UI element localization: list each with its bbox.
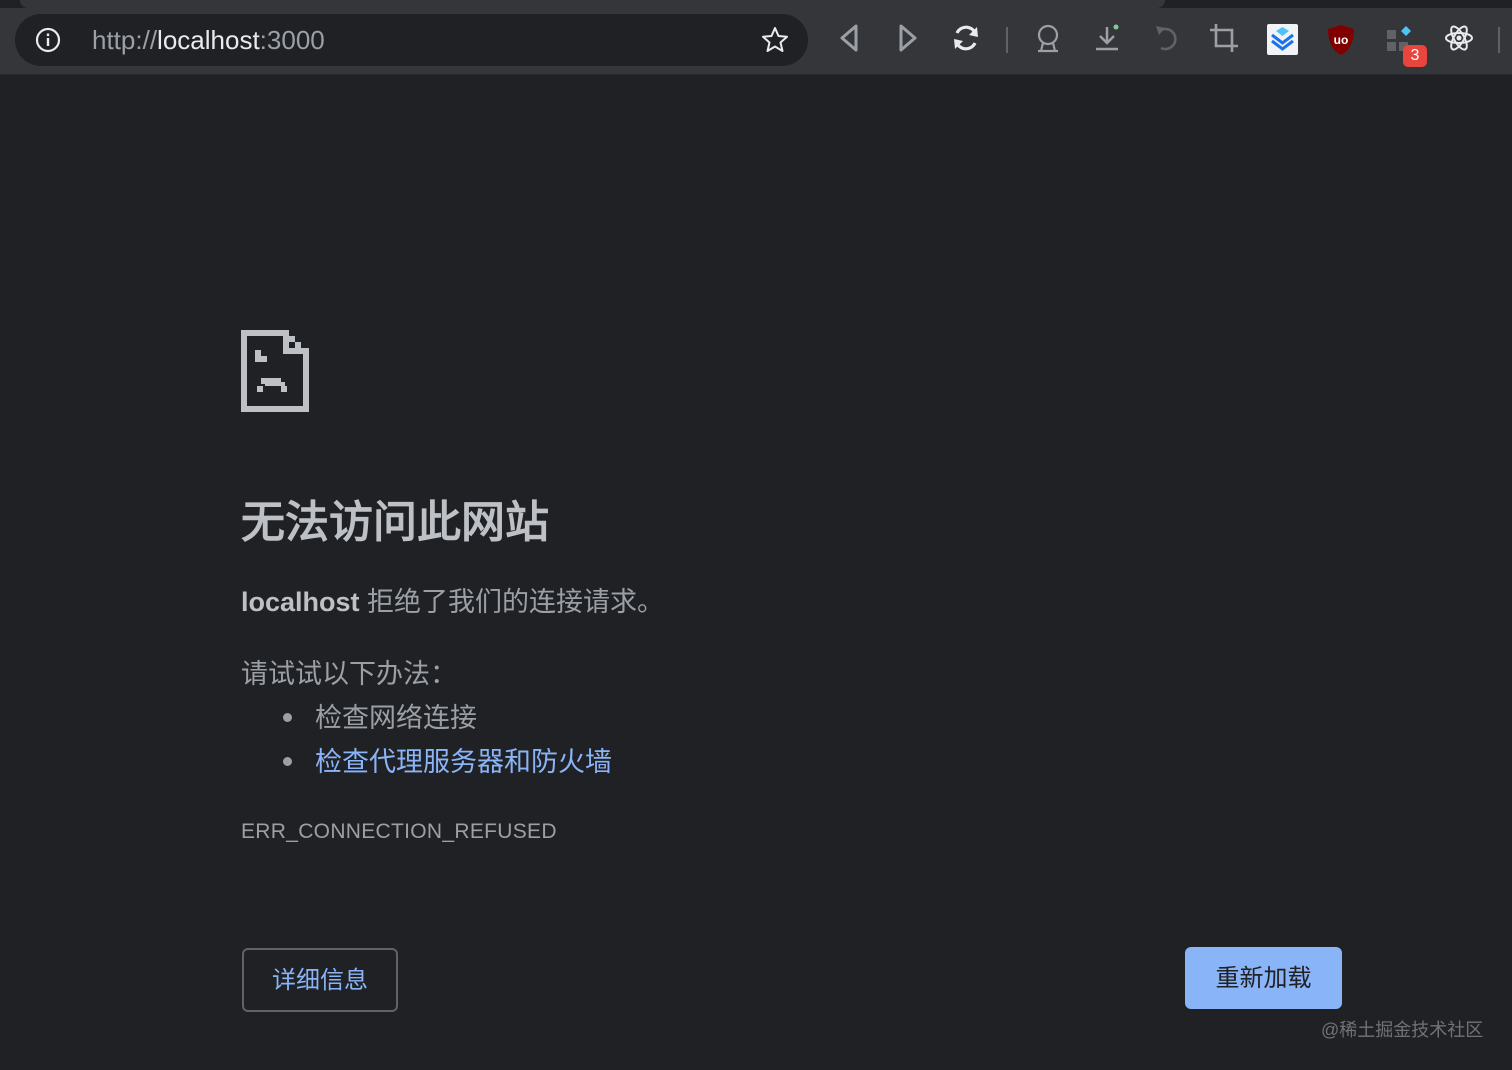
ublock-label: uo [1334, 33, 1349, 47]
error-description: localhost 拒绝了我们的连接请求。 [241, 584, 664, 620]
url-host: localhost [157, 25, 260, 55]
details-button[interactable]: 详细信息 [242, 948, 398, 1012]
suggestion-check-network: 检查网络连接 [315, 703, 477, 733]
tab-strip [0, 0, 1512, 8]
suggestions-list: 检查网络连接 检查代理服务器和防火墙 [241, 698, 612, 786]
ublock-icon[interactable]: uo [1326, 24, 1356, 56]
error-code: ERR_CONNECTION_REFUSED [241, 820, 557, 843]
error-host: localhost [241, 587, 360, 617]
download-icon[interactable] [1091, 22, 1123, 54]
error-description-text: 拒绝了我们的连接请求。 [359, 587, 665, 617]
page-title: 无法访问此网站 [241, 498, 549, 547]
toolbar-separator [1006, 27, 1008, 53]
undo-icon[interactable] [1151, 22, 1183, 54]
suggestions-heading: 请试试以下办法： [241, 659, 457, 689]
bullet-icon [283, 713, 292, 722]
toolbar-separator [1498, 27, 1500, 53]
browser-toolbar: http://localhost:3000 uo 3 [0, 0, 1512, 75]
suggestion-check-proxy-link[interactable]: 检查代理服务器和防火墙 [315, 747, 612, 777]
list-item: 检查网络连接 [241, 698, 612, 742]
active-tab-edge[interactable] [20, 0, 1165, 8]
watermark: @稀土掘金技术社区 [1321, 1020, 1484, 1040]
list-item: 检查代理服务器和防火墙 [241, 742, 612, 786]
reload-button[interactable]: 重新加载 [1185, 947, 1342, 1009]
extension-badge: 3 [1403, 45, 1427, 67]
stack-extension-icon[interactable] [1267, 24, 1298, 55]
star-icon[interactable] [760, 25, 790, 55]
back-icon[interactable] [834, 22, 866, 54]
page-content [0, 75, 1512, 1070]
sad-page-icon [241, 330, 309, 412]
reload-icon[interactable] [950, 22, 982, 54]
url-text[interactable]: http://localhost:3000 [92, 25, 325, 55]
info-icon[interactable] [35, 27, 61, 53]
address-bar[interactable]: http://localhost:3000 [15, 14, 808, 66]
profile-icon[interactable] [1032, 22, 1064, 54]
url-scheme: http:// [92, 25, 158, 55]
bullet-icon [283, 757, 292, 766]
url-port: :3000 [259, 25, 325, 55]
forward-icon[interactable] [891, 22, 923, 54]
crop-icon[interactable] [1208, 22, 1240, 54]
react-devtools-icon[interactable] [1443, 22, 1475, 54]
